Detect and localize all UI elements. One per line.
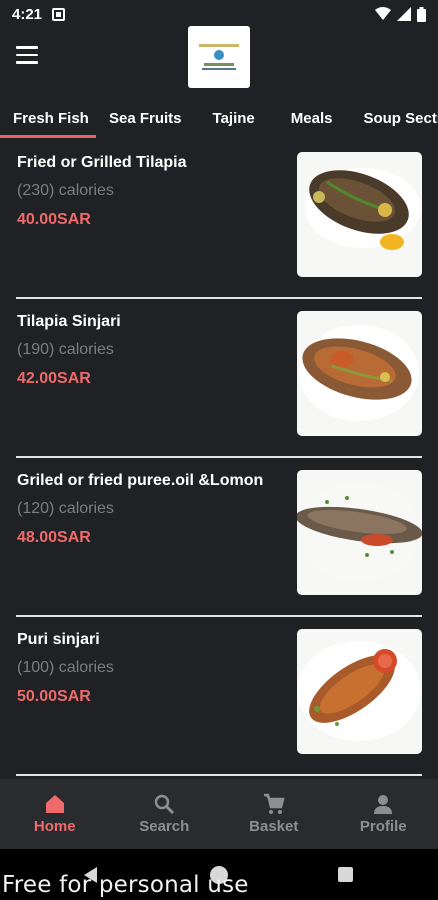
home-icon [45, 795, 64, 813]
dish-photo [297, 470, 422, 595]
app-header [0, 26, 438, 90]
search-icon [155, 794, 175, 815]
nav-profile[interactable]: Profile [329, 779, 438, 849]
dish-item[interactable]: Fried or Grilled Tilapia (230) calories … [16, 140, 422, 299]
bottom-navigation: Home Search Basket Profile [0, 779, 438, 849]
battery-icon [417, 6, 426, 22]
watermark-text: Free for personal use [2, 872, 249, 898]
dish-name: Fried or Grilled Tilapia [17, 154, 187, 171]
signal-icon [397, 7, 411, 21]
recents-icon[interactable] [338, 867, 353, 882]
nav-search-label: Search [139, 818, 190, 835]
dish-name: Puri sinjari [17, 631, 100, 648]
status-bar: 4:21 [0, 0, 438, 28]
profile-icon [374, 795, 393, 814]
dish-calories: (230) calories [17, 182, 114, 199]
nav-basket-label: Basket [249, 818, 299, 835]
dish-price: 48.00SAR [17, 529, 91, 546]
dish-name: Griled or fried puree.oil &Lomon [17, 472, 264, 489]
cart-icon [263, 793, 285, 814]
tab-soup-section[interactable]: Soup Section [350, 98, 438, 138]
dish-calories: (190) calories [17, 341, 114, 358]
dish-calories: (100) calories [17, 659, 114, 676]
dish-photo [297, 629, 422, 754]
tab-meals[interactable]: Meals [273, 98, 351, 138]
dish-price: 50.00SAR [17, 688, 91, 705]
nav-home-label: Home [33, 818, 76, 835]
tab-fresh-fish[interactable]: Fresh Fish [0, 98, 96, 138]
category-tabs: Fresh Fish Sea Fruits Tajine Meals Soup … [0, 98, 438, 138]
nav-profile-label: Profile [359, 818, 407, 835]
hamburger-menu-icon[interactable] [16, 46, 38, 64]
dish-item[interactable]: Griled or fried puree.oil &Lomon (120) c… [16, 458, 422, 617]
dish-item[interactable]: Tilapia Sinjari (190) calories 42.00SAR [16, 299, 422, 458]
dish-name: Tilapia Sinjari [17, 313, 121, 330]
status-time: 4:21 [12, 5, 43, 23]
dish-photo [297, 152, 422, 277]
tab-tajine[interactable]: Tajine [195, 98, 273, 138]
dish-calories: (120) calories [17, 500, 114, 517]
tab-sea-fruits[interactable]: Sea Fruits [96, 98, 195, 138]
nav-search[interactable]: Search [110, 779, 220, 849]
notification-icon [52, 7, 66, 21]
nav-basket[interactable]: Basket [219, 779, 329, 849]
nav-home[interactable]: Home [0, 779, 110, 849]
dish-price: 40.00SAR [17, 211, 91, 228]
dish-photo [297, 311, 422, 436]
dish-list: Fried or Grilled Tilapia (230) calories … [0, 140, 438, 776]
wifi-icon [375, 7, 391, 20]
dish-price: 42.00SAR [17, 370, 91, 387]
restaurant-logo [188, 26, 250, 88]
dish-item[interactable]: Puri sinjari (100) calories 50.00SAR [16, 617, 422, 776]
